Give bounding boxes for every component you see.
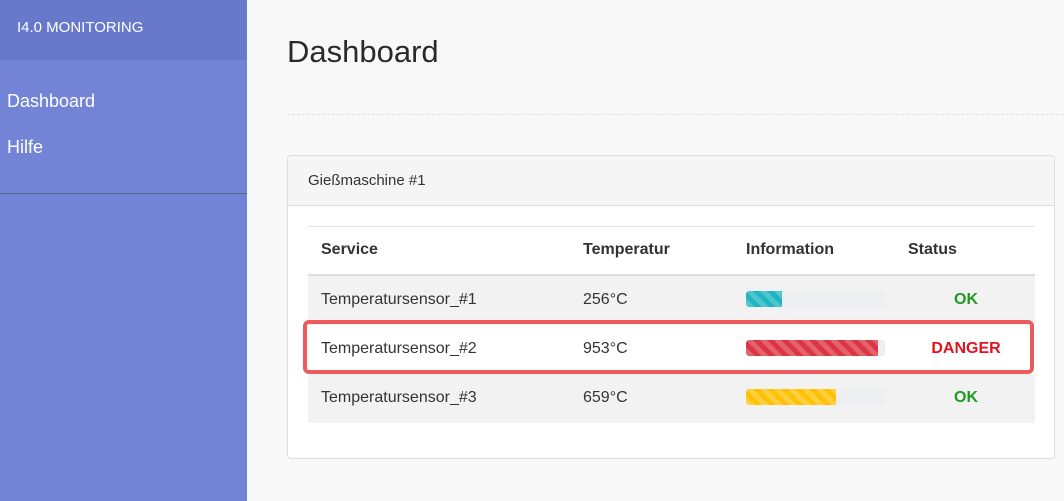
page-title: Dashboard [287,34,439,69]
column-header-status: Status [908,241,957,258]
sidebar-divider [0,193,247,194]
brand-title[interactable]: I4.0 MONITORING [0,0,247,60]
panel-heading: Gießmaschine #1 [288,156,1054,206]
sidebar-item-dashboard[interactable]: Dashboard [0,91,247,137]
table-row: Temperatursensor_#1 256°C OK [308,276,1035,325]
service-name: Temperatursensor_#1 [321,291,477,308]
column-header-temperature: Temperatur [583,241,670,258]
progress-bar [746,291,885,307]
temperature-value: 659°C [583,389,628,406]
column-header-information: Information [746,241,834,258]
service-name: Temperatursensor_#3 [321,389,477,406]
table-header: Service Temperatur Information Status [308,226,1035,276]
progress-fill [746,291,783,307]
title-divider [287,114,1064,115]
sidebar-item-hilfe[interactable]: Hilfe [0,137,247,183]
column-header-service: Service [321,241,378,258]
sidebar: I4.0 MONITORING Dashboard Hilfe [0,0,247,501]
sidebar-nav: Dashboard Hilfe [0,60,247,183]
status-badge: OK [954,389,978,406]
progress-bar [746,389,885,405]
danger-row-highlight [303,320,1034,374]
main-content: Dashboard Gießmaschine #1 Service Temper… [247,0,1064,501]
progress-fill [746,389,837,405]
status-badge: OK [954,291,978,308]
table-row: Temperatursensor_#3 659°C OK [308,374,1035,423]
machine-panel: Gießmaschine #1 Service Temperatur Infor… [287,155,1055,459]
temperature-value: 256°C [583,291,628,308]
